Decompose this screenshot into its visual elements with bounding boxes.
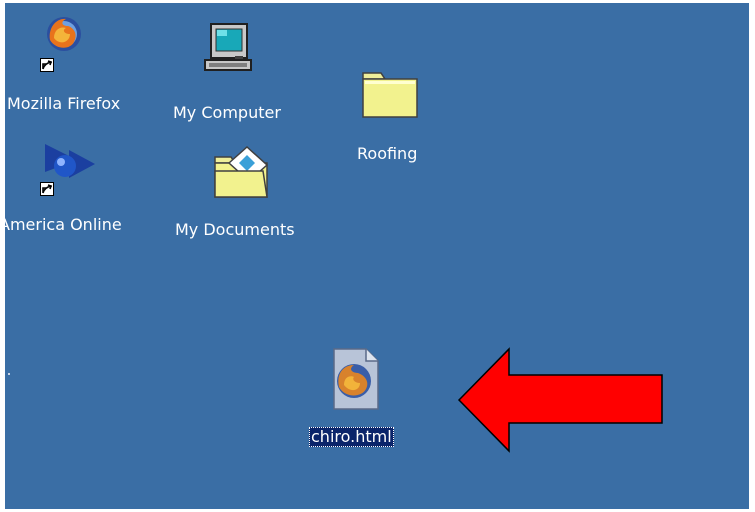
desktop[interactable]: Mozilla Firefox My Computer Roofing Amer… <box>5 3 749 509</box>
desktop-icon-label: America Online <box>5 215 122 234</box>
desktop-icon-label-selected: chiro.html <box>309 427 394 447</box>
desktop-icon-roofing[interactable]: Roofing <box>345 63 455 173</box>
firefox-icon <box>47 17 81 51</box>
desktop-icon-chiro-html[interactable]: chiro.html <box>300 343 420 453</box>
shortcut-arrow-icon <box>40 58 54 72</box>
shortcut-arrow-icon <box>40 182 54 196</box>
computer-icon <box>204 23 252 71</box>
html-file-icon <box>333 348 379 410</box>
desktop-icon-my-computer[interactable]: My Computer <box>165 18 325 128</box>
desktop-icon-label: Roofing <box>357 144 418 163</box>
folder-icon <box>362 72 418 118</box>
desktop-icon-label: My Computer <box>173 103 281 122</box>
desktop-icon-my-documents[interactable]: My Documents <box>165 143 335 253</box>
desktop-icon-mozilla-firefox[interactable]: Mozilla Firefox <box>5 9 145 119</box>
desktop-speck <box>8 373 10 375</box>
red-arrow-annotation-icon <box>457 347 663 453</box>
desktop-icon-label: Mozilla Firefox <box>7 94 121 113</box>
documents-folder-icon <box>214 145 269 198</box>
desktop-icon-america-online[interactable]: America Online <box>5 138 155 248</box>
desktop-icon-label: My Documents <box>175 220 295 239</box>
